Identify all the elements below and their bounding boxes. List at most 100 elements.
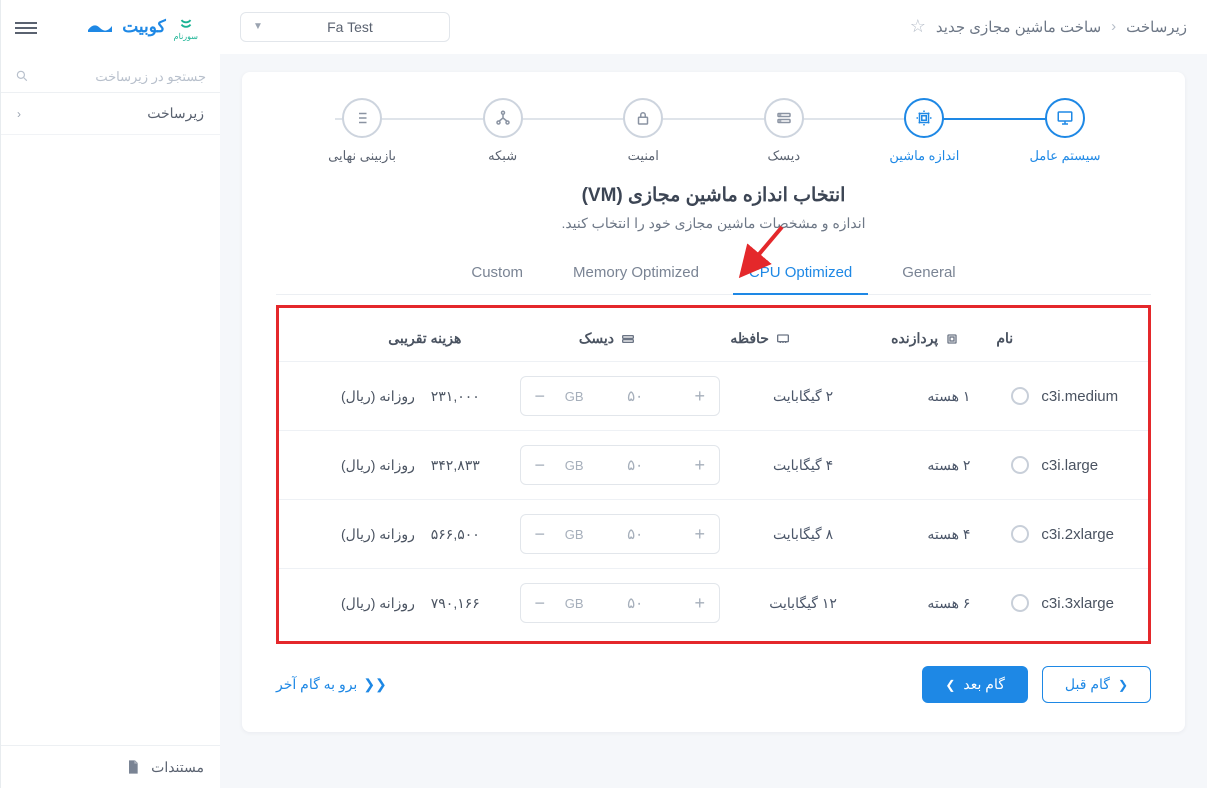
step-security[interactable]: امنیت (583, 98, 703, 164)
disk-decrement-button[interactable]: − (521, 377, 559, 415)
sidebar-search[interactable] (1, 60, 220, 93)
disk-increment-button[interactable]: + (681, 377, 719, 415)
memory-icon (775, 331, 791, 347)
vm-memory: ۴ گیگابایت (720, 457, 887, 474)
section-title: انتخاب اندازه ماشین مجازی (VM) (276, 184, 1151, 207)
radio-select[interactable] (1011, 387, 1029, 405)
chevron-left-icon: ‹ (1111, 18, 1116, 35)
th-name: نام (996, 330, 1126, 347)
disk-unit: GB (565, 389, 584, 404)
disk-value: ۵۰ (590, 456, 681, 474)
account-dropdown[interactable]: ▼ Fa Test (240, 12, 450, 42)
next-step-button[interactable]: ❮ گام بعد (922, 666, 1028, 703)
disk-icon (775, 109, 793, 127)
skip-to-last-step-link[interactable]: ❮❮ برو به گام آخر (276, 676, 387, 693)
step-os[interactable]: سیستم عامل (1005, 98, 1125, 164)
tab-custom[interactable]: Custom (455, 252, 539, 294)
step-network[interactable]: شبکه (443, 98, 563, 164)
tab-cpu-optimized[interactable]: CPU Optimized (733, 252, 868, 295)
vm-cpu: ۱ هسته (886, 388, 1011, 405)
sidebar-docs-label: مستندات (151, 759, 204, 776)
cpu-icon (915, 109, 933, 127)
sidebar-item-infrastructure[interactable]: زیرساخت ‹ (1, 93, 220, 135)
vm-memory: ۲ گیگابایت (720, 388, 887, 405)
chevron-left-icon: ❮ (945, 678, 955, 692)
table-row[interactable]: c3i.medium ۱ هسته ۲ گیگابایت − GB ۵۰ + ۲… (279, 361, 1148, 430)
vm-cpu: ۶ هسته (886, 595, 1011, 612)
tab-memory-optimized[interactable]: Memory Optimized (557, 252, 715, 294)
size-category-tabs: Custom Memory Optimized CPU Optimized Ge… (276, 252, 1151, 295)
step-disk[interactable]: دیسک (724, 98, 844, 164)
vm-cost: ۲۳۱,۰۰۰ روزانه (ریال) (301, 388, 520, 405)
star-icon[interactable]: ☆ (910, 16, 926, 37)
disk-increment-button[interactable]: + (681, 584, 719, 622)
vm-cost: ۳۴۲,۸۳۳ روزانه (ریال) (301, 457, 520, 474)
disk-decrement-button[interactable]: − (521, 584, 559, 622)
disk-size-stepper[interactable]: − GB ۵۰ + (520, 583, 720, 623)
vm-name: c3i.2xlarge (1041, 526, 1114, 543)
disk-unit: GB (565, 458, 584, 473)
disk-value: ۵۰ (590, 525, 681, 543)
vm-memory: ۱۲ گیگابایت (720, 595, 887, 612)
lock-icon (634, 109, 652, 127)
breadcrumb-level-2: ساخت ماشین مجازی جدید (936, 18, 1101, 36)
disk-decrement-button[interactable]: − (521, 515, 559, 553)
vm-cpu: ۲ هسته (886, 457, 1011, 474)
disk-value: ۵۰ (590, 387, 681, 405)
radio-select[interactable] (1011, 594, 1029, 612)
section-subtitle: اندازه و مشخصات ماشین مجازی خود را انتخا… (276, 215, 1151, 232)
vm-size-table: نام پردازنده حافظه دیسک (276, 305, 1151, 644)
disk-value: ۵۰ (590, 594, 681, 612)
chevron-left-icon: ‹ (17, 107, 21, 121)
th-disk: دیسک (549, 330, 667, 347)
dropdown-value: Fa Test (263, 19, 437, 35)
wizard-steps: سیستم عامل اندازه ماشین دیسک امنیت (302, 98, 1125, 164)
sidebar-docs-link[interactable]: مستندات (1, 745, 220, 788)
th-cost: هزینه تقریبی (301, 330, 549, 347)
vm-cost: ۷۹۰,۱۶۶ روزانه (ریال) (301, 595, 520, 612)
document-icon (125, 758, 141, 776)
vm-name: c3i.3xlarge (1041, 595, 1114, 612)
table-row[interactable]: c3i.3xlarge ۶ هسته ۱۲ گیگابایت − GB ۵۰ +… (279, 568, 1148, 637)
disk-increment-button[interactable]: + (681, 446, 719, 484)
step-review[interactable]: بازبینی نهایی (302, 98, 422, 164)
breadcrumb-level-1[interactable]: زیرساخت (1126, 18, 1187, 36)
wave-icon (86, 20, 114, 34)
brand-sub-icon: سورنام (174, 14, 198, 41)
disk-increment-button[interactable]: + (681, 515, 719, 553)
radio-select[interactable] (1011, 456, 1029, 474)
vm-memory: ۸ گیگابایت (720, 526, 887, 543)
disk-decrement-button[interactable]: − (521, 446, 559, 484)
brand-logo[interactable]: سورنام کوبیت (86, 14, 206, 41)
disk-size-stepper[interactable]: − GB ۵۰ + (520, 445, 720, 485)
th-cpu: پردازنده (855, 330, 996, 347)
hamburger-menu-icon[interactable] (15, 19, 37, 35)
step-size[interactable]: اندازه ماشین (864, 98, 984, 164)
table-row[interactable]: c3i.large ۲ هسته ۴ گیگابایت − GB ۵۰ + ۳۴… (279, 430, 1148, 499)
th-memory: حافظه (666, 330, 855, 347)
vm-cost: ۵۶۶,۵۰۰ روزانه (ریال) (301, 526, 520, 543)
double-chevron-left-icon: ❮❮ (363, 676, 386, 693)
disk-unit: GB (565, 596, 584, 611)
list-icon (353, 109, 371, 127)
tab-general[interactable]: General (886, 252, 971, 294)
monitor-icon (1056, 109, 1074, 127)
search-input[interactable] (37, 69, 206, 84)
vm-name: c3i.medium (1041, 388, 1118, 405)
search-icon (15, 68, 29, 84)
cpu-icon (944, 331, 960, 347)
vm-name: c3i.large (1041, 457, 1098, 474)
chevron-right-icon: ❯ (1118, 678, 1128, 692)
disk-unit: GB (565, 527, 584, 542)
disk-size-stepper[interactable]: − GB ۵۰ + (520, 514, 720, 554)
table-row[interactable]: c3i.2xlarge ۴ هسته ۸ گیگابایت − GB ۵۰ + … (279, 499, 1148, 568)
chevron-down-icon: ▼ (253, 21, 263, 32)
network-icon (494, 109, 512, 127)
prev-step-button[interactable]: گام قبل ❯ (1042, 666, 1151, 703)
sidebar-item-label: زیرساخت (147, 105, 204, 122)
breadcrumb: زیرساخت ‹ ساخت ماشین مجازی جدید ☆ (910, 16, 1187, 37)
disk-size-stepper[interactable]: − GB ۵۰ + (520, 376, 720, 416)
radio-select[interactable] (1011, 525, 1029, 543)
vm-cpu: ۴ هسته (886, 526, 1011, 543)
disk-icon (620, 331, 636, 347)
